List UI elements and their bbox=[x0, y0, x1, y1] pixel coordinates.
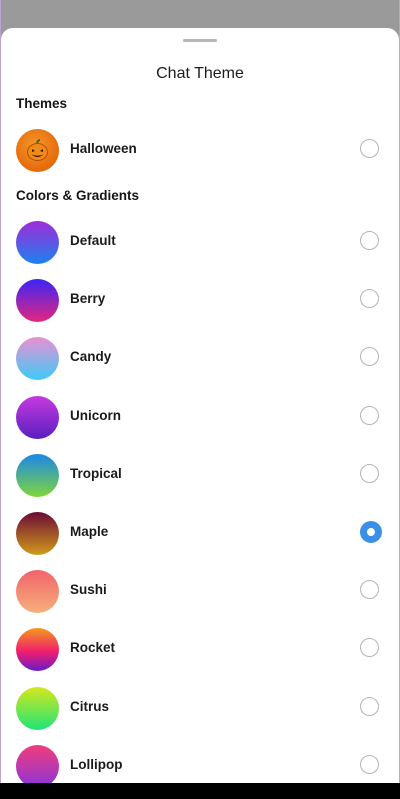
drag-handle[interactable] bbox=[183, 39, 217, 42]
theme-label: Sushi bbox=[70, 582, 107, 598]
theme-radio-halloween[interactable] bbox=[360, 139, 379, 158]
sheet-title: Chat Theme bbox=[156, 65, 244, 82]
color-swatch-citrus bbox=[16, 686, 59, 730]
navigation-bar bbox=[0, 783, 400, 799]
theme-label: Tropical bbox=[70, 465, 122, 481]
theme-row-citrus[interactable]: Citrus bbox=[1, 679, 399, 737]
theme-radio-tropical[interactable] bbox=[360, 463, 379, 483]
theme-row-tropical[interactable]: Tropical bbox=[1, 446, 399, 504]
color-swatch-rocket bbox=[16, 628, 59, 672]
theme-radio-candy[interactable] bbox=[360, 347, 379, 367]
section-header-colors: Colors & Gradients bbox=[16, 188, 140, 203]
theme-label: Candy bbox=[70, 349, 112, 365]
theme-label: Maple bbox=[70, 524, 109, 539]
theme-label: Lollipop bbox=[70, 756, 123, 772]
theme-radio-citrus[interactable] bbox=[360, 696, 379, 716]
theme-label: Default bbox=[70, 233, 116, 248]
theme-row-maple[interactable]: Maple bbox=[1, 504, 399, 562]
theme-radio-rocket[interactable] bbox=[360, 638, 379, 658]
theme-row-candy[interactable]: Candy bbox=[1, 329, 399, 387]
theme-radio-berry[interactable] bbox=[360, 289, 379, 309]
color-swatch-tropical bbox=[16, 453, 59, 497]
theme-row-sushi[interactable]: Sushi bbox=[1, 562, 399, 620]
theme-radio-sushi[interactable] bbox=[360, 580, 379, 600]
theme-radio-default[interactable] bbox=[360, 231, 379, 250]
theme-radio-maple[interactable] bbox=[360, 521, 382, 543]
color-swatch-lollipop bbox=[16, 744, 59, 783]
theme-row-rocket[interactable]: Rocket bbox=[1, 620, 399, 678]
color-swatch-berry bbox=[16, 279, 59, 323]
theme-radio-lollipop[interactable] bbox=[360, 754, 379, 774]
theme-row-unicorn[interactable]: Unicorn bbox=[1, 388, 399, 446]
pumpkin-icon bbox=[16, 129, 59, 172]
theme-label: Citrus bbox=[70, 698, 110, 714]
section-header-themes: Themes bbox=[16, 96, 68, 111]
theme-label: Halloween bbox=[70, 141, 137, 156]
chat-theme-sheet: Chat Theme Themes Halloween Colors & Gra… bbox=[1, 28, 399, 783]
color-swatch-default bbox=[16, 221, 59, 264]
theme-label: Rocket bbox=[70, 640, 116, 656]
color-swatch-unicorn bbox=[16, 395, 59, 439]
color-swatch-maple bbox=[16, 512, 59, 555]
theme-row-default[interactable]: Default bbox=[1, 213, 399, 271]
color-swatch-candy bbox=[16, 337, 59, 381]
color-swatch-sushi bbox=[16, 570, 59, 614]
theme-row-berry[interactable]: Berry bbox=[1, 271, 399, 329]
theme-row-lollipop[interactable]: Lollipop bbox=[1, 737, 399, 783]
theme-label: Berry bbox=[70, 291, 106, 307]
theme-row-halloween[interactable]: Halloween bbox=[1, 121, 399, 179]
theme-radio-unicorn[interactable] bbox=[360, 405, 379, 425]
theme-label: Unicorn bbox=[70, 407, 122, 423]
